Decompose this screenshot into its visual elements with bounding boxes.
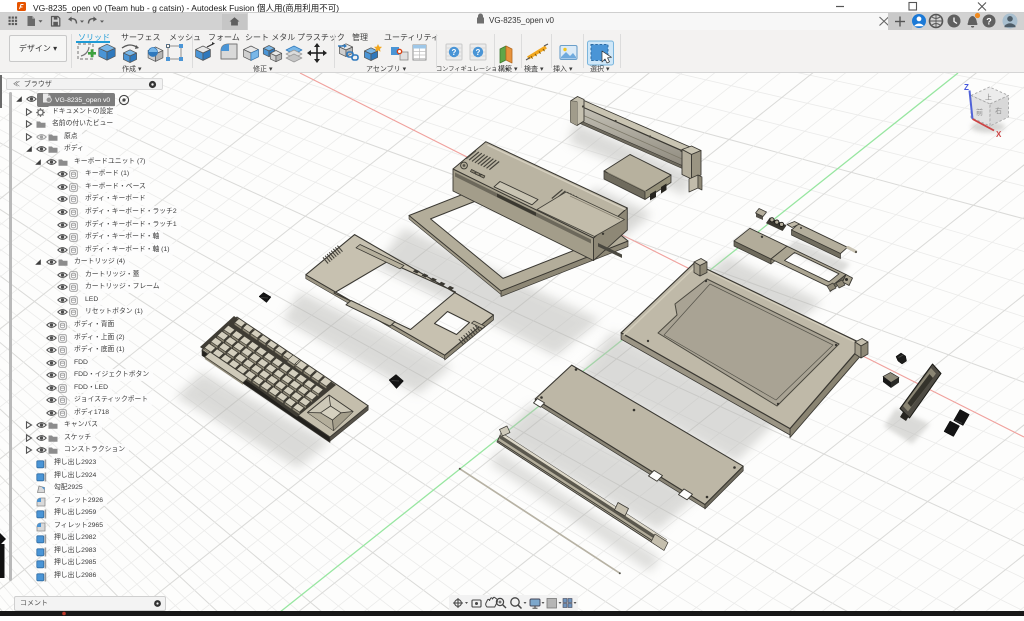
svg-text:右: 右 (995, 106, 1002, 115)
svg-text:?: ? (476, 48, 481, 57)
svg-text:Z: Z (964, 83, 969, 92)
svg-text:?: ? (452, 48, 457, 57)
svg-text:?: ? (986, 16, 992, 26)
svg-text:前: 前 (976, 108, 983, 117)
svg-text:X: X (996, 130, 1002, 139)
svg-text:上: 上 (985, 93, 992, 102)
